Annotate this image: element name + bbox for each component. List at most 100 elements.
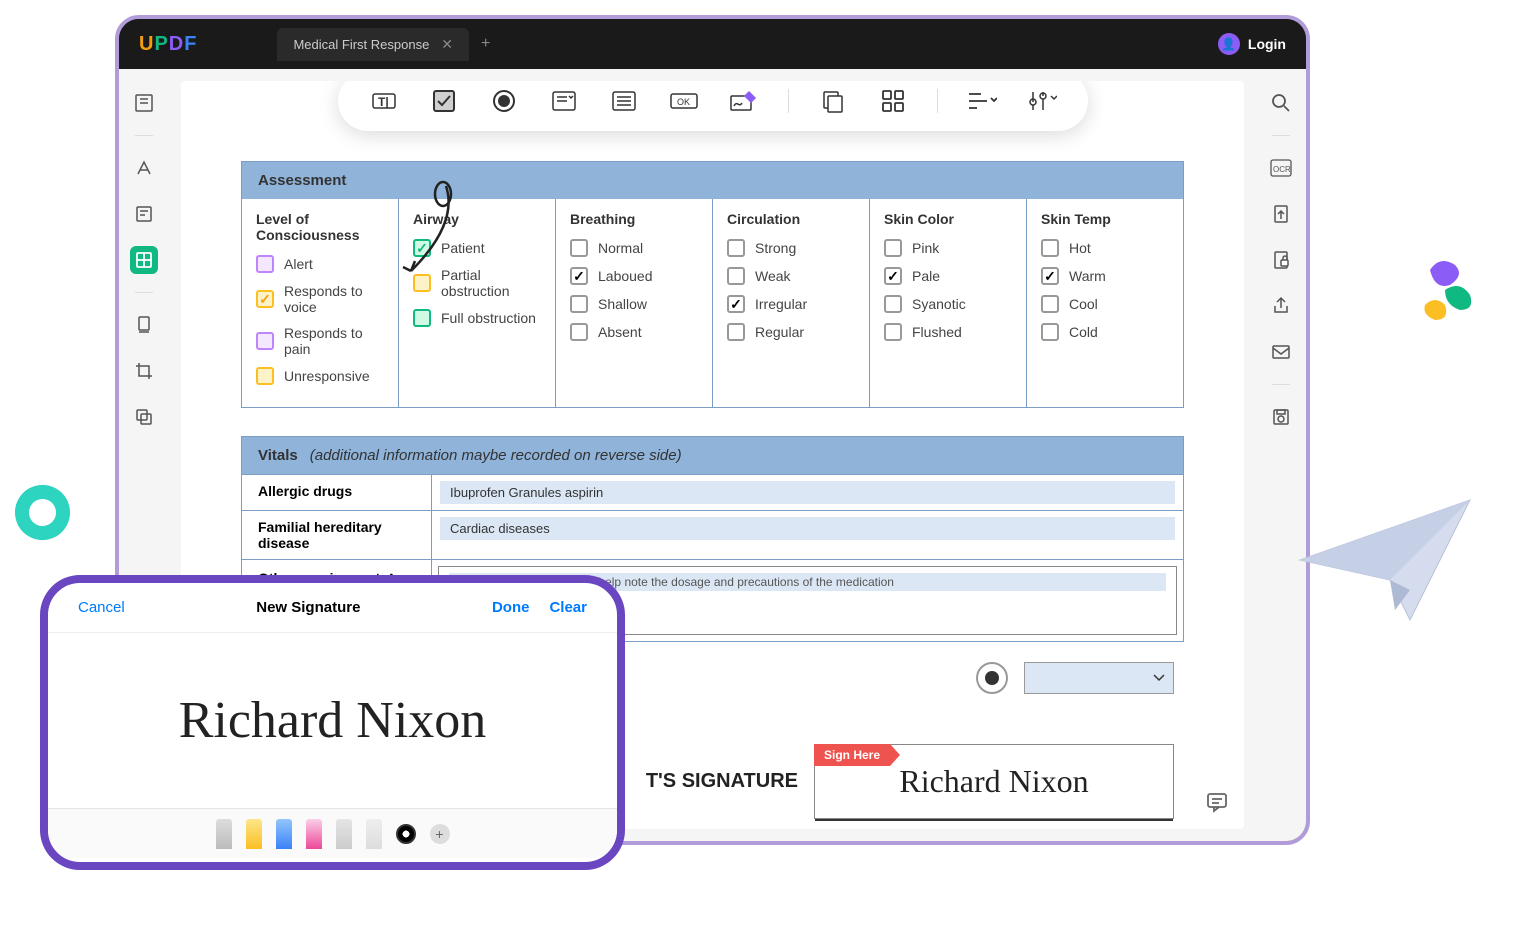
checkbox-row[interactable]: Shallow [570,295,698,313]
checkbox[interactable] [1041,295,1059,313]
checkbox-label: Responds to pain [284,325,384,357]
checkbox[interactable] [413,274,431,292]
radio-tool[interactable] [488,85,520,117]
button-tool[interactable]: OK [668,85,700,117]
clear-button[interactable]: Clear [549,599,587,616]
checkbox-label: Pink [912,240,939,256]
checkbox[interactable] [256,255,274,273]
close-tab-icon[interactable]: ✕ [441,36,453,53]
phone-signature-script: Richard Nixon [179,691,487,750]
checkbox-row[interactable]: Normal [570,239,698,257]
protect-icon[interactable] [1267,246,1295,274]
phone-header: Cancel New Signature Done Clear [48,583,617,633]
done-button[interactable]: Done [492,599,530,616]
listbox-tool[interactable] [608,85,640,117]
checkbox-row[interactable]: Cold [1041,323,1169,341]
checkbox-row[interactable]: Strong [727,239,855,257]
checkbox-row[interactable]: Responds to voice [256,283,384,315]
checkbox[interactable] [727,295,745,313]
crop-icon[interactable] [130,357,158,385]
pen-highlighter[interactable] [246,819,262,849]
search-icon[interactable] [1267,89,1295,117]
checkbox-row[interactable]: Weak [727,267,855,285]
login-button[interactable]: 👤 Login [1218,33,1286,55]
checkbox-row[interactable]: Responds to pain [256,325,384,357]
pen-blue[interactable] [276,819,292,849]
checkbox-row[interactable]: Flushed [884,323,1012,341]
highlight-icon[interactable] [130,154,158,182]
checkbox-row[interactable]: Pale [884,267,1012,285]
checkbox-tool[interactable] [428,85,460,117]
checkbox-row[interactable]: Partial obstruction [413,267,541,299]
signature-canvas[interactable]: Richard Nixon [48,633,617,808]
hereditary-disease-input[interactable]: Cardiac diseases [440,517,1175,540]
save-icon[interactable] [1267,403,1295,431]
signature-field[interactable]: Sign Here Richard Nixon [814,744,1174,819]
form-tool-icon[interactable] [130,246,158,274]
text-field-tool[interactable]: T| [368,85,400,117]
share-icon[interactable] [1267,292,1295,320]
column-title: Airway [413,211,541,227]
checkbox[interactable] [413,309,431,327]
convert-icon[interactable] [1267,200,1295,228]
align-tool[interactable] [966,85,998,117]
pencil-tool[interactable] [336,819,352,849]
column-title: Circulation [727,211,855,227]
checkbox[interactable] [884,267,902,285]
checkbox[interactable] [570,323,588,341]
checkbox-row[interactable]: Warm [1041,267,1169,285]
checkbox-row[interactable]: Syanotic [884,295,1012,313]
comment-icon[interactable] [1205,790,1229,814]
checkbox-row[interactable]: Pink [884,239,1012,257]
color-picker[interactable] [396,824,416,844]
checkbox[interactable] [570,267,588,285]
checkbox-row[interactable]: Irregular [727,295,855,313]
thumbnails-icon[interactable] [130,89,158,117]
checkbox-row[interactable]: Alert [256,255,384,273]
checkbox-row[interactable]: Cool [1041,295,1169,313]
checkbox-row[interactable]: Laboued [570,267,698,285]
eraser-tool[interactable] [306,819,322,849]
checkbox[interactable] [570,295,588,313]
radio-control[interactable] [976,662,1008,694]
checkbox-row[interactable]: Unresponsive [256,367,384,385]
checkbox-row[interactable]: Patient [413,239,541,257]
checkbox[interactable] [256,332,274,350]
checkbox[interactable] [727,267,745,285]
signature-tool[interactable] [728,85,760,117]
pages-icon[interactable] [130,311,158,339]
checkbox[interactable] [1041,267,1059,285]
cancel-button[interactable]: Cancel [78,599,125,616]
checkbox[interactable] [1041,323,1059,341]
checkbox[interactable] [1041,239,1059,257]
checkbox[interactable] [727,239,745,257]
tools-settings[interactable] [1026,85,1058,117]
checkbox-row[interactable]: Full obstruction [413,309,541,327]
dropdown-tool[interactable] [548,85,580,117]
checkbox[interactable] [884,295,902,313]
allergic-drugs-input[interactable]: Ibuprofen Granules aspirin [440,481,1175,504]
copy-tool[interactable] [817,85,849,117]
grid-tool[interactable] [877,85,909,117]
annotate-icon[interactable] [130,200,158,228]
checkbox-row[interactable]: Absent [570,323,698,341]
checkbox-row[interactable]: Regular [727,323,855,341]
checkbox[interactable] [413,239,431,257]
checkbox[interactable] [884,323,902,341]
checkbox[interactable] [256,367,274,385]
checkbox[interactable] [884,239,902,257]
checkbox[interactable] [256,290,274,308]
checkbox-row[interactable]: Hot [1041,239,1169,257]
email-icon[interactable] [1267,338,1295,366]
ruler-tool[interactable] [366,819,382,849]
layers-icon[interactable] [130,403,158,431]
add-tool-button[interactable]: + [430,824,450,844]
checkbox[interactable] [727,323,745,341]
pen-black[interactable] [216,819,232,849]
ocr-icon[interactable]: OCR [1267,154,1295,182]
checkbox[interactable] [570,239,588,257]
document-tab[interactable]: Medical First Response ✕ [277,28,469,61]
dropdown-control[interactable] [1024,662,1174,694]
assessment-column: Skin TempHotWarmCoolCold [1027,199,1183,407]
add-tab-button[interactable]: + [481,35,490,53]
